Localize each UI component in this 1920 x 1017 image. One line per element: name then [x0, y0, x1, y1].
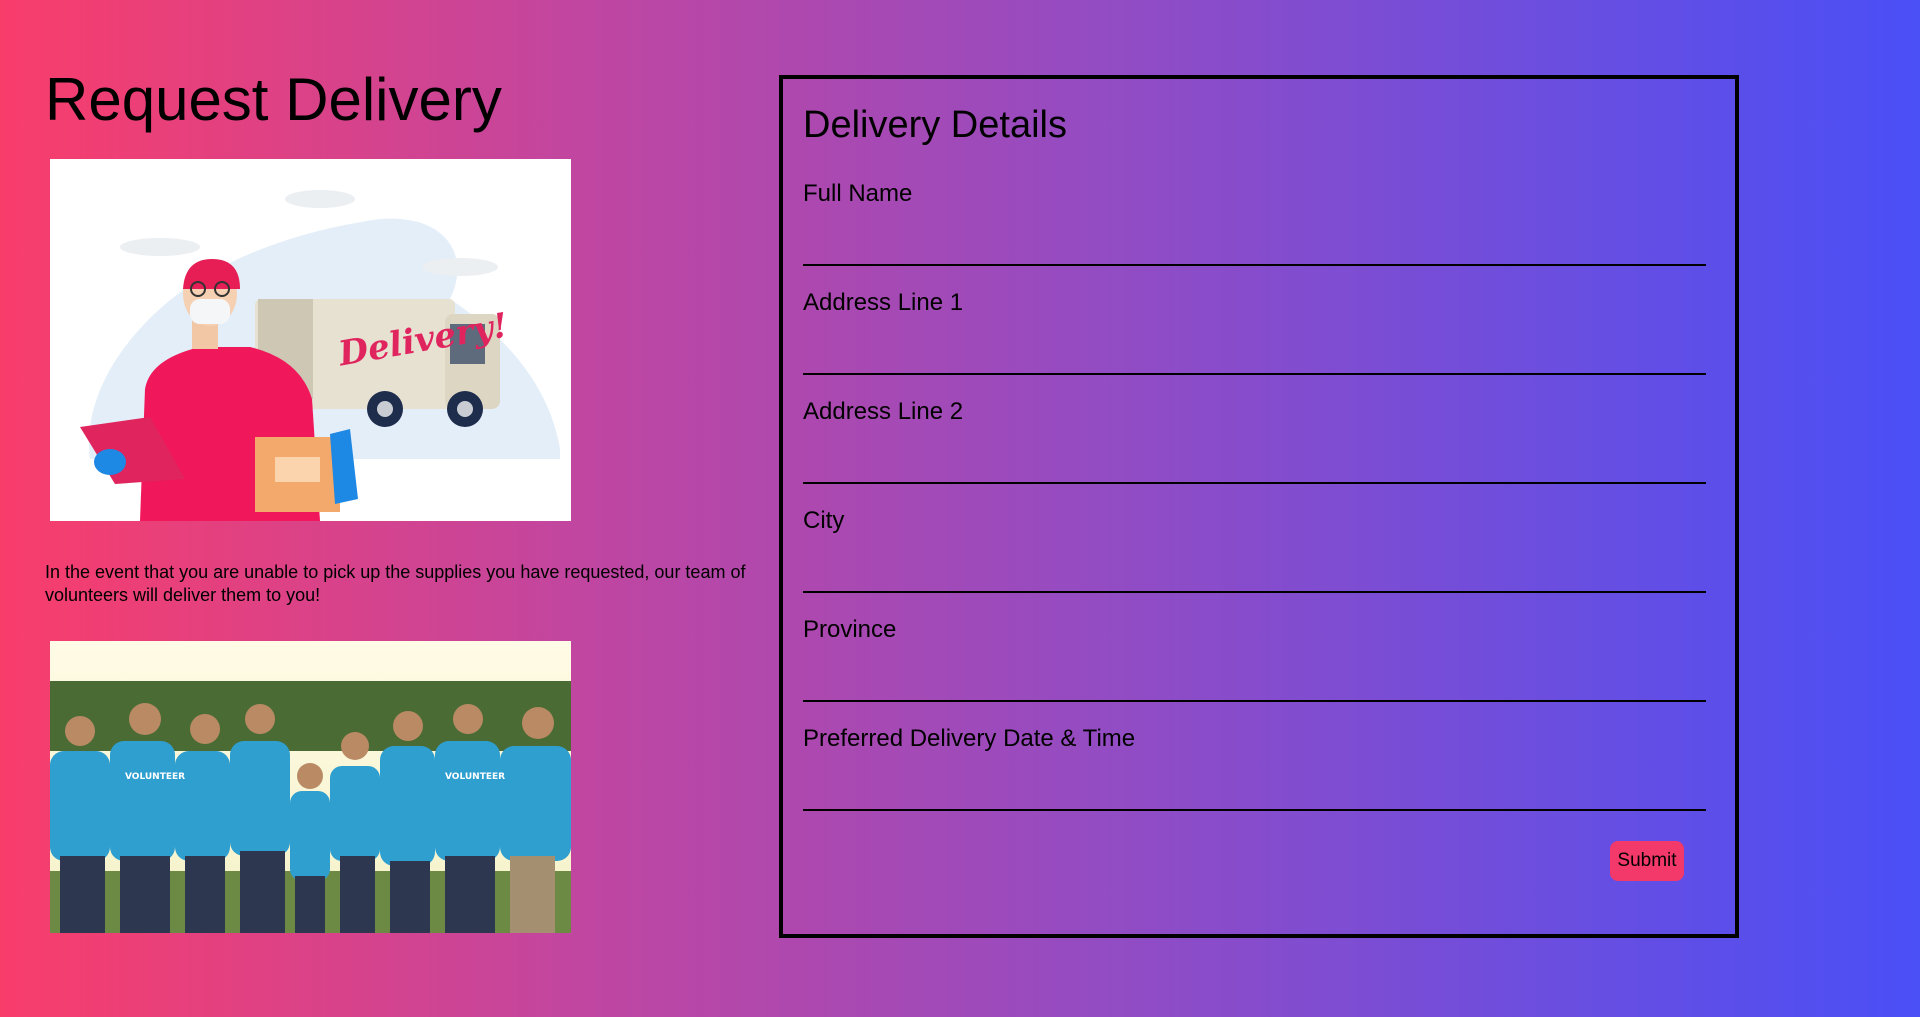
province-input[interactable]: [803, 668, 1706, 702]
province-label: Province: [803, 616, 897, 643]
intro-text: In the event that you are unable to pick…: [45, 562, 746, 605]
shirt-lettering: VOLUNTEER: [445, 772, 505, 782]
address-line-1-input[interactable]: [803, 341, 1706, 375]
city-field: City: [803, 507, 1706, 607]
delivery-details-form: Delivery Details Full Name Address Line …: [779, 75, 1739, 938]
city-input[interactable]: [803, 559, 1706, 593]
delivery-datetime-input[interactable]: [803, 777, 1706, 811]
shirt-lettering: VOLUNTEER: [125, 772, 185, 782]
volunteers-photo: VOLUNTEER VOLUNTEER: [50, 641, 571, 933]
address-line-1-field: Address Line 1: [803, 289, 1706, 389]
delivery-datetime-label: Preferred Delivery Date & Time: [803, 725, 1136, 752]
full-name-field: Full Name: [803, 180, 1706, 280]
address-line-2-label: Address Line 2: [803, 398, 964, 425]
page-title: Request Delivery: [45, 66, 502, 133]
full-name-input[interactable]: [803, 232, 1706, 266]
submit-button[interactable]: Submit: [1610, 841, 1684, 881]
full-name-label: Full Name: [803, 180, 913, 207]
address-line-2-field: Address Line 2: [803, 398, 1706, 498]
delivery-datetime-field: Preferred Delivery Date & Time: [803, 725, 1706, 825]
province-field: Province: [803, 616, 1706, 716]
city-label: City: [803, 507, 845, 534]
form-title: Delivery Details: [803, 104, 1067, 146]
address-line-2-input[interactable]: [803, 450, 1706, 484]
delivery-illustration: Delivery!: [50, 159, 571, 521]
address-line-1-label: Address Line 1: [803, 289, 964, 316]
